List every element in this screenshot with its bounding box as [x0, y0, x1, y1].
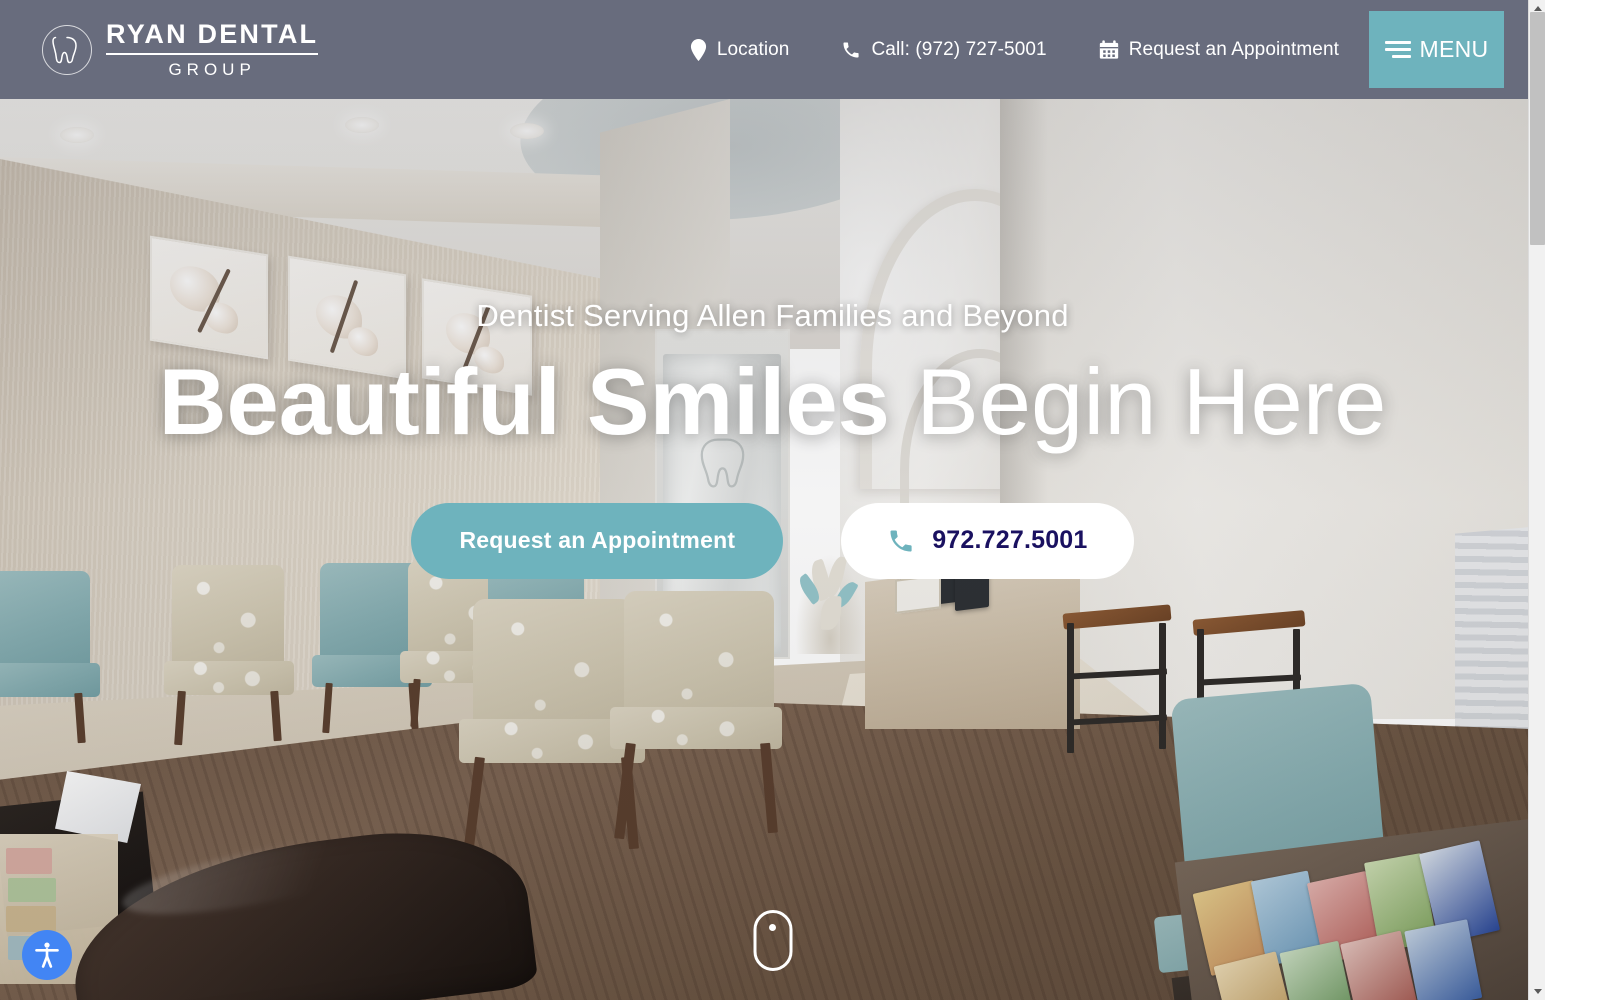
hero-cta-group: Request an Appointment 972.727.5001	[411, 502, 1134, 579]
brand-subname: GROUP	[168, 60, 256, 79]
site-header: RYAN DENTAL GROUP Location Call: (972) 7…	[0, 0, 1545, 99]
hero-section: Dentist Serving Allen Families and Beyon…	[0, 99, 1545, 1000]
page-viewport: Dentist Serving Allen Families and Beyon…	[0, 0, 1545, 1000]
scroll-dot	[769, 924, 776, 931]
brand-logo[interactable]: RYAN DENTAL GROUP	[42, 21, 319, 79]
brand-text: RYAN DENTAL GROUP	[106, 21, 319, 79]
scroll-down-icon[interactable]	[1529, 983, 1545, 1000]
nav-item-appointment[interactable]: Request an Appointment	[1099, 39, 1339, 61]
hero-title-light: Begin Here	[889, 349, 1387, 454]
map-pin-icon	[690, 38, 707, 61]
top-navigation: Location Call: (972) 727-5001 Request an…	[690, 38, 1339, 61]
scrollbar-thumb[interactable]	[1530, 12, 1545, 245]
hero-title: Beautiful Smiles Begin Here	[159, 354, 1387, 450]
nav-item-location-label: Location	[716, 38, 790, 60]
nav-item-call-label: Call: (972) 727-5001	[871, 38, 1047, 60]
phone-call-button[interactable]: 972.727.5001	[841, 502, 1134, 579]
phone-icon	[841, 40, 861, 60]
hero-content: Dentist Serving Allen Families and Beyon…	[0, 99, 1545, 1000]
request-appointment-button[interactable]: Request an Appointment	[411, 502, 784, 579]
mouse-scroll-icon[interactable]	[753, 910, 792, 971]
tooth-in-circle-icon	[42, 24, 92, 75]
accessibility-person-icon	[35, 942, 59, 968]
brand-name: RYAN DENTAL	[106, 21, 319, 55]
nav-item-call[interactable]: Call: (972) 727-5001	[841, 38, 1047, 61]
browser-scrollbar[interactable]	[1528, 0, 1545, 1000]
phone-number-label: 972.727.5001	[932, 526, 1088, 555]
menu-button[interactable]: MENU	[1369, 11, 1504, 88]
nav-item-location[interactable]: Location	[690, 38, 790, 61]
hero-title-strong: Beautiful Smiles	[158, 349, 890, 454]
hamburger-icon	[1384, 41, 1411, 58]
accessibility-widget-button[interactable]	[22, 930, 72, 980]
phone-icon	[887, 527, 915, 555]
menu-button-label: MENU	[1419, 36, 1489, 62]
calendar-icon	[1099, 39, 1119, 60]
nav-item-appointment-label: Request an Appointment	[1128, 38, 1339, 60]
hero-subheading: Dentist Serving Allen Families and Beyon…	[476, 298, 1069, 333]
